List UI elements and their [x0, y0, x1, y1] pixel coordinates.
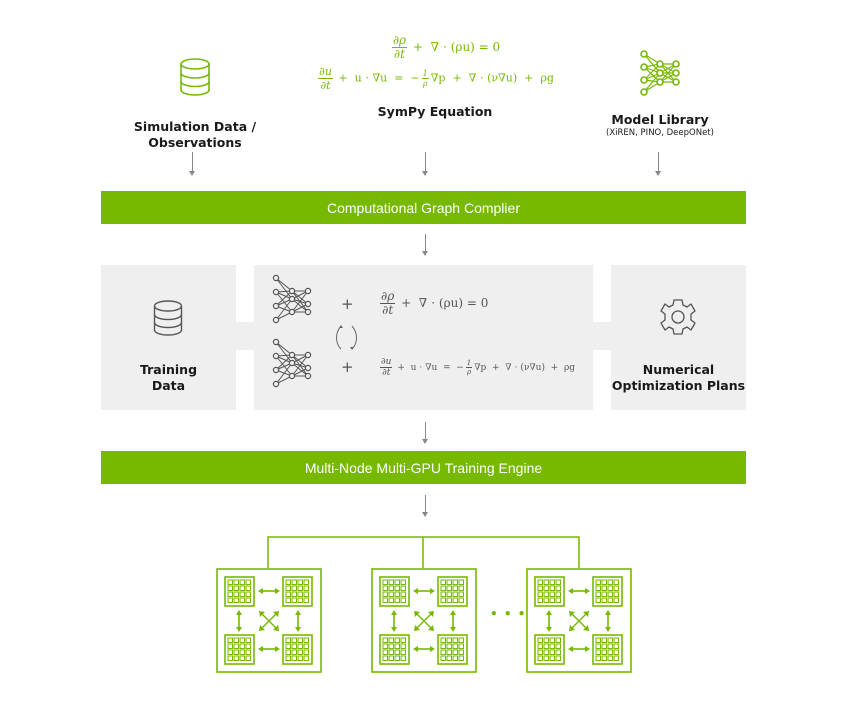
center-eq2-rest-b: ∇p + ∇ ⋅ (ν∇u) + ρg: [474, 363, 575, 373]
arrow-library-to-compiler: [655, 152, 661, 176]
center-eq2-numerator: ∂u: [380, 357, 393, 368]
eq1-rest: + ∇ ⋅ (ρu) = 0: [412, 40, 501, 54]
center-eq1-numerator: ∂ρ: [380, 289, 396, 304]
ellipsis: • • •: [490, 607, 527, 621]
training-data-label-2: Data: [151, 378, 186, 393]
arrow-training-to-nodes: [422, 495, 428, 517]
center-eq1-denominator: ∂t: [382, 303, 394, 317]
center-eq2-denominator: ∂t: [382, 368, 391, 378]
training-data-panel: Training Data: [101, 265, 236, 410]
neural-network-icon: [272, 274, 312, 324]
sympy-equation-input: ∂ρ ∂t + ∇ ⋅ (ρu) = 0 ∂u ∂t + u ⋅ ∇u = −1 ρ ∇…: [290, 34, 580, 120]
eq2-numerator: ∂u: [318, 65, 333, 79]
center-eq1-rest: + ∇ ⋅ (ρu) = 0: [401, 296, 489, 310]
eq2-rest-b: ∇p + ∇ ⋅ (ν∇u) + ρg: [430, 71, 554, 85]
neural-network-icon: [640, 50, 680, 96]
simulation-data-label-2: Observations: [148, 135, 242, 150]
optimization-label-1: Numerical: [642, 362, 715, 377]
optimization-panel: Numerical Optimization Plans: [611, 265, 746, 410]
eq1-denominator: ∂t: [393, 47, 405, 61]
center-equations-panel: + + ∂ρ ∂t + ∇ ⋅ (ρu) = 0 ∂u ∂t + u ⋅ ∇u = …: [254, 265, 593, 410]
center-continuity-equation: ∂ρ ∂t + ∇ ⋅ (ρu) = 0: [378, 290, 488, 317]
momentum-equation: ∂u ∂t + u ⋅ ∇u = −1 ρ ∇p + ∇ ⋅ (ν∇u) + ρg: [290, 65, 580, 92]
connector-right: [593, 322, 611, 350]
plus-sign-1: +: [341, 295, 354, 313]
training-engine-bar: Multi-Node Multi-GPU Training Engine: [101, 451, 746, 484]
arrow-middle-to-training: [422, 422, 428, 444]
training-data-label-1: Training: [139, 362, 198, 377]
compiler-label: Computational Graph Complier: [327, 199, 520, 216]
center-eq2-frac2-num: 1: [465, 359, 473, 368]
database-icon: [153, 300, 183, 336]
eq2-denominator: ∂t: [320, 79, 331, 92]
eq2-rest-a: + u ⋅ ∇u = −: [338, 71, 420, 85]
gear-icon: [660, 299, 696, 335]
database-icon: [180, 58, 210, 96]
optimization-label-2: Optimization Plans: [611, 378, 746, 393]
computational-graph-compiler-bar: Computational Graph Complier: [101, 191, 746, 224]
connector-left: [236, 322, 254, 350]
model-library-sublabel: (XiREN, PINO, DeepONet): [606, 128, 714, 138]
center-momentum-equation: ∂u ∂t + u ⋅ ∇u = −1 ρ ∇p + ∇ ⋅ (ν∇u) + ρg: [378, 357, 575, 378]
simulation-data-input: Simulation Data / Observations: [120, 50, 270, 151]
model-library-input: Model Library (XiREN, PINO, DeepONet): [580, 50, 740, 138]
training-engine-label: Multi-Node Multi-GPU Training Engine: [304, 459, 543, 476]
center-eq2-frac2-den: ρ: [466, 368, 472, 376]
gpu-node: [526, 568, 632, 673]
plus-sign-2: +: [341, 358, 354, 376]
continuity-equation: ∂ρ ∂t + ∇ ⋅ (ρu) = 0: [290, 34, 580, 61]
eq1-numerator: ∂ρ: [391, 33, 408, 48]
sympy-equation-label: SymPy Equation: [377, 104, 493, 119]
center-eq2-rest-a: + u ⋅ ∇u = −: [397, 363, 464, 373]
cycle-arrows-icon: [336, 325, 357, 350]
eq2-frac2-num: 1: [421, 69, 429, 79]
gpu-node: [216, 568, 322, 673]
neural-network-icon: [272, 338, 312, 388]
arrow-simulation-to-compiler: [189, 152, 195, 176]
arrow-sympy-to-compiler: [422, 152, 428, 176]
model-library-label: Model Library: [611, 112, 709, 127]
eq2-frac2-den: ρ: [422, 79, 428, 88]
arrow-compiler-to-middle: [422, 234, 428, 256]
gpu-node: [371, 568, 477, 673]
simulation-data-label-1: Simulation Data /: [133, 119, 257, 134]
